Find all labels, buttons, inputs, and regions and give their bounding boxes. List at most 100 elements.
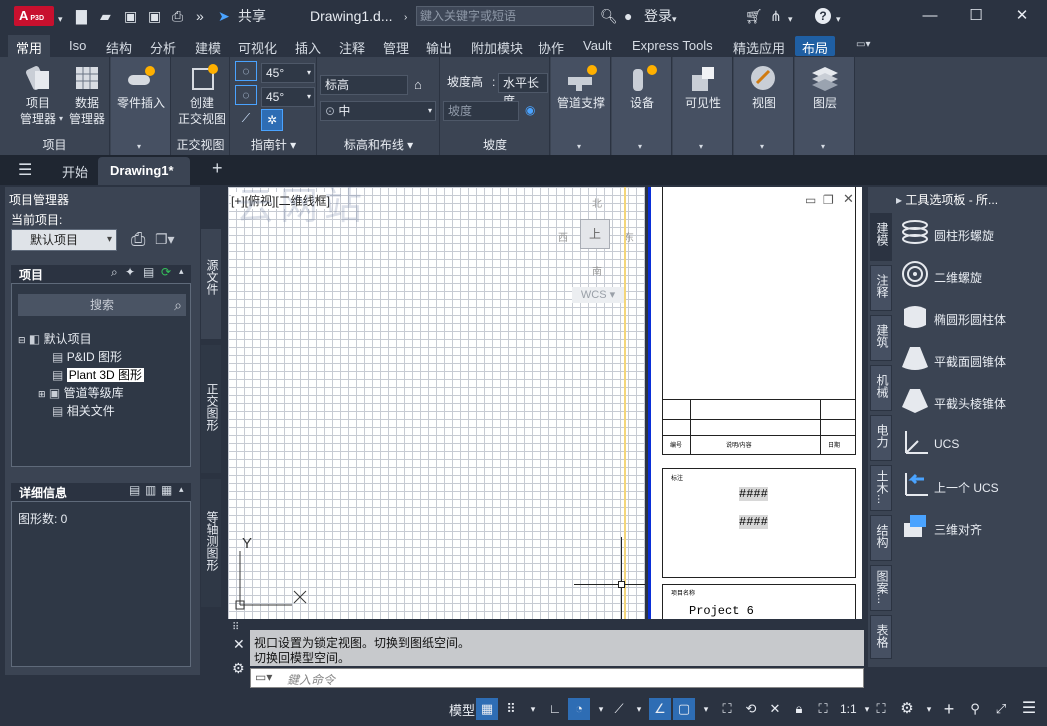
palette-tab-mechanical[interactable]: 机械: [870, 365, 892, 411]
cart-icon[interactable]: 🛒︎: [745, 8, 763, 24]
login-label[interactable]: 登录: [644, 8, 672, 24]
viewcube-west[interactable]: 西: [558, 229, 568, 244]
minimize-button[interactable]: —: [920, 6, 940, 26]
selection-cycling-icon[interactable]: ⟲: [740, 698, 762, 720]
elevation-panel-title[interactable]: 标高和布线 ▾: [318, 136, 439, 153]
save-icon[interactable]: ▣: [124, 8, 137, 24]
share-label[interactable]: 共享: [238, 8, 266, 24]
add-icon[interactable]: +: [938, 698, 960, 720]
part-insert-button[interactable]: 零件插入: [113, 63, 169, 111]
tab-annotate[interactable]: 注释: [339, 38, 365, 57]
new-icon[interactable]: ▇: [76, 8, 87, 24]
snap-icon[interactable]: ⠿: [500, 698, 522, 720]
tool-2d-spiral[interactable]: 二维螺旋: [900, 259, 982, 295]
routing-select[interactable]: ⊙ 中 ▾: [320, 101, 436, 121]
command-close-icon[interactable]: ✕: [233, 636, 245, 653]
open-icon[interactable]: ▰: [100, 8, 111, 24]
collapse-icon[interactable]: ▴: [179, 266, 184, 277]
app-menu-arrow-icon[interactable]: ▾: [58, 11, 63, 27]
tab-structure[interactable]: 结构: [106, 38, 132, 57]
model-space-label[interactable]: 模型: [449, 700, 475, 719]
palette-tab-electrical[interactable]: 电力: [870, 415, 892, 461]
grip-icon[interactable]: ⠿: [232, 622, 239, 633]
object-snap-dropdown-icon[interactable]: ▾: [695, 698, 717, 720]
view-button[interactable]: 视图: [734, 63, 794, 111]
horizontal-length-field[interactable]: 水平长度: [498, 73, 548, 108]
viewcube[interactable]: 北 西 上 东 南 WCS ▾: [558, 195, 638, 305]
project-manager-button[interactable]: 项目 管理器: [14, 63, 62, 127]
equipment-button[interactable]: 设备: [612, 63, 672, 111]
more-icon[interactable]: »: [196, 8, 204, 24]
visibility-dropdown-icon[interactable]: ▾: [699, 142, 703, 151]
connect-icon[interactable]: ⋔: [770, 8, 782, 24]
compass-display-icon[interactable]: ✲: [261, 109, 283, 131]
project-search-input[interactable]: 搜索 ⌕: [18, 294, 186, 316]
tab-modeling[interactable]: 建模: [195, 38, 221, 57]
tab-visualize[interactable]: 可视化: [238, 38, 277, 57]
new-tab-icon[interactable]: +: [212, 158, 223, 179]
app-logo[interactable]: A P3D: [14, 6, 54, 26]
save-as-icon[interactable]: ▣: [148, 8, 161, 24]
tool-helix[interactable]: 圆柱形螺旋: [900, 217, 994, 253]
settings-dropdown-icon[interactable]: ▾: [918, 698, 940, 720]
refresh-icon[interactable]: ⟳: [161, 265, 171, 279]
equipment-dropdown-icon[interactable]: ▾: [638, 142, 642, 151]
palette-tab-architecture[interactable]: 建筑: [870, 315, 892, 361]
tree-item-plant3d[interactable]: ▤ Plant 3D 图形: [52, 366, 145, 383]
tool-ucs[interactable]: UCS: [900, 427, 959, 463]
grid-icon[interactable]: ▦: [476, 698, 498, 720]
properties-icon[interactable]: ▤: [143, 265, 154, 279]
palette-tab-civil[interactable]: 土木...: [870, 465, 892, 511]
search-icon[interactable]: ⌕: [111, 265, 118, 280]
tab-drawing[interactable]: Drawing1*: [98, 157, 190, 185]
tree-item-pipe-spec[interactable]: ⊞ ▣ 管道等级库: [38, 384, 124, 401]
polar-icon[interactable]: ◔: [568, 698, 590, 720]
connect-dropdown-icon[interactable]: ▾: [788, 11, 793, 27]
tool-frustum-cone[interactable]: 平截面圆锥体: [900, 343, 1006, 379]
palette-tab-hatch[interactable]: 图案...: [870, 565, 892, 611]
palette-tab-modeling[interactable]: 建模: [870, 213, 892, 261]
elevation-icon[interactable]: ⌂: [414, 77, 422, 92]
drawing-canvas[interactable]: [+][俯视][二维线框] 亿速云网站 北 西 上 东 南 WCS ▾ Y: [228, 187, 645, 619]
isodraft-dropdown-icon[interactable]: ▾: [628, 698, 650, 720]
tab-manage[interactable]: 管理: [383, 38, 409, 57]
visibility-button[interactable]: 可见性: [673, 63, 733, 111]
transparency-icon[interactable]: ⛶: [716, 698, 738, 720]
view-dropdown-icon[interactable]: ▾: [760, 142, 764, 151]
plot-icon[interactable]: ⎙: [172, 8, 183, 24]
detail-view-icon[interactable]: ▤: [129, 483, 140, 497]
command-prompt-icon[interactable]: ▭▾: [255, 670, 272, 684]
menu-icon[interactable]: ☰: [18, 160, 32, 180]
tree-item-default-project[interactable]: ⊟ ◧ 默认项目: [18, 330, 92, 347]
tree-item-related-files[interactable]: ▤ 相关文件: [52, 402, 115, 419]
detail-preview-icon[interactable]: ▥: [145, 483, 156, 497]
tab-output[interactable]: 输出: [426, 38, 452, 57]
compass-panel-title[interactable]: 指南针 ▾: [231, 136, 316, 153]
details-collapse-icon[interactable]: ▴: [179, 484, 184, 495]
customization-menu-icon[interactable]: ☰: [1018, 698, 1040, 720]
tab-express-tools[interactable]: Express Tools: [632, 38, 713, 53]
clean-screen-icon[interactable]: ⤢: [990, 698, 1012, 720]
tab-collaborate[interactable]: 协作: [538, 38, 564, 57]
tab-featured-apps[interactable]: 精选应用: [733, 38, 785, 57]
viewcube-north[interactable]: 北: [592, 195, 602, 210]
slope-icon[interactable]: ◉: [525, 103, 535, 117]
tab-insert[interactable]: 插入: [295, 38, 321, 57]
search-input[interactable]: 鍵入关键字或短语: [416, 6, 594, 26]
snap-dropdown-icon[interactable]: ▾: [522, 698, 544, 720]
print-icon[interactable]: ⎙: [131, 229, 145, 250]
palette-tab-structural[interactable]: 结构: [870, 515, 892, 561]
tree-item-pid[interactable]: ▤ P&ID 图形: [52, 348, 122, 365]
wcs-menu[interactable]: WCS ▾: [572, 287, 624, 303]
settings-icon[interactable]: ⚙: [896, 698, 918, 720]
close-button[interactable]: ✕: [1012, 6, 1032, 26]
share-icon[interactable]: ➤: [218, 8, 230, 24]
part-insert-dropdown-icon[interactable]: ▾: [137, 142, 141, 151]
copy-icon[interactable]: ❐▾: [155, 231, 175, 248]
annotation-visibility-icon[interactable]: ✕: [764, 698, 786, 720]
tool-elliptical-cylinder[interactable]: 椭圆形圆柱体: [900, 301, 1006, 337]
ribbon-toggle-icon[interactable]: ▭▾: [856, 39, 870, 50]
fullscreen-icon[interactable]: ⛶: [812, 698, 834, 720]
elevation-field[interactable]: 标高: [320, 75, 408, 95]
side-tab-source[interactable]: 源文件: [200, 228, 222, 340]
